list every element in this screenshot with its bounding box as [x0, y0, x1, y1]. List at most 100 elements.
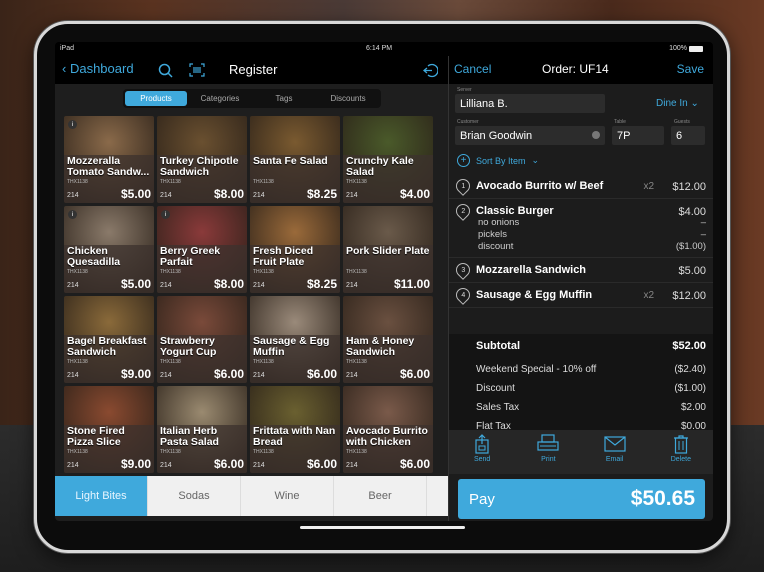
total-label: Discount — [476, 383, 515, 394]
product-price: $6.00 — [399, 367, 430, 381]
product-card[interactable]: Bagel Breakfast Sandwich THX1138 214 $9.… — [64, 296, 154, 383]
product-name: Berry Greek Parfait — [160, 245, 221, 268]
segment-products[interactable]: Products — [125, 91, 187, 106]
category-tab-beer[interactable]: Beer — [334, 476, 427, 516]
product-sku: THX1138 — [346, 449, 367, 455]
table-field[interactable] — [612, 126, 664, 145]
customer-field-wrap — [455, 126, 605, 145]
product-card[interactable]: Avocado Burrito with Chicken THX1138 214… — [343, 386, 433, 473]
product-card[interactable]: Turkey Chipotle Sandwich THX1138 214 $8.… — [157, 116, 247, 203]
send-button[interactable]: Send — [462, 434, 502, 474]
customer-field[interactable] — [455, 126, 605, 145]
sort-by-dropdown[interactable]: + Sort By Item ⌄ — [457, 154, 539, 167]
total-value: $52.00 — [672, 340, 706, 352]
product-sku: THX1138 — [253, 449, 274, 455]
guests-label: Guests — [674, 119, 690, 125]
print-button[interactable]: Print — [528, 434, 568, 474]
product-card[interactable]: Strawberry Yogurt Cup THX1138 214 $6.00 — [157, 296, 247, 383]
product-card[interactable]: i Mozzeralla Tomato Sandw... THX1138 214… — [64, 116, 154, 203]
battery-icon — [689, 45, 703, 52]
product-card[interactable]: Italian Herb Pasta Salad THX1138 214 $6.… — [157, 386, 247, 473]
clear-customer-icon[interactable] — [592, 131, 600, 139]
logout-button[interactable] — [420, 60, 440, 80]
info-icon[interactable]: i — [161, 210, 170, 219]
product-price: $9.00 — [120, 367, 151, 381]
order-nav-bar: Cancel Order: UF14 Save — [449, 56, 713, 84]
category-tab-light-bites[interactable]: Light Bites — [55, 476, 148, 516]
email-icon — [604, 436, 626, 452]
product-stock: 214 — [67, 372, 79, 379]
segment-categories[interactable]: Categories — [189, 91, 251, 106]
order-line-item[interactable]: 4 Sausage & Egg Muffin x2 $12.00 — [449, 283, 713, 308]
guests-field[interactable] — [671, 126, 705, 145]
total-label: Weekend Special - 10% off — [476, 364, 597, 375]
product-card[interactable]: Pork Slider Plate THX1138 214 $11.00 — [343, 206, 433, 293]
product-name: Italian Herb Pasta Salad — [160, 425, 219, 448]
order-type-dropdown[interactable]: Dine In ⌄ — [656, 98, 699, 109]
total-label: Subtotal — [476, 340, 520, 352]
product-card[interactable]: i Chicken Quesadilla THX1138 214 $5.00 — [64, 206, 154, 293]
total-value: ($2.40) — [674, 364, 706, 375]
category-tab-wine[interactable]: Wine — [241, 476, 334, 516]
product-card[interactable]: Sausage & Egg Muffin THX1138 214 $6.00 — [250, 296, 340, 383]
category-tab-sodas[interactable]: Sodas — [148, 476, 241, 516]
seat-pin-icon: 3 — [453, 260, 473, 280]
product-card[interactable]: Santa Fe Salad THX1138 214 $8.25 — [250, 116, 340, 203]
status-time: 6:14 PM — [366, 45, 393, 52]
product-stock: 214 — [253, 372, 265, 379]
cancel-button[interactable]: Cancel — [454, 62, 491, 76]
product-card[interactable]: Frittata with Nan Bread THX1138 214 $6.0… — [250, 386, 340, 473]
barcode-scan-button[interactable] — [187, 60, 207, 80]
product-sku: THX1138 — [67, 179, 88, 185]
product-price: $4.00 — [399, 187, 430, 201]
product-price: $8.25 — [306, 277, 337, 291]
product-price: $5.00 — [120, 277, 151, 291]
order-line-item[interactable]: 3 Mozzarella Sandwich $5.00 — [449, 258, 713, 283]
pay-label: Pay — [469, 490, 495, 508]
item-price: $12.00 — [672, 290, 706, 302]
segment-tags[interactable]: Tags — [253, 91, 315, 106]
product-name: Stone Fired Pizza Slice — [67, 425, 125, 448]
server-field[interactable] — [455, 94, 605, 113]
add-item-icon[interactable]: + — [457, 154, 470, 167]
product-card[interactable]: Crunchy Kale Salad THX1138 214 $4.00 — [343, 116, 433, 203]
item-modifier: discount ($1.00) — [478, 241, 706, 252]
pay-button[interactable]: Pay $50.65 — [458, 479, 705, 519]
total-row: Subtotal $52.00 — [476, 340, 706, 364]
product-card[interactable]: Stone Fired Pizza Slice THX1138 214 $9.0… — [64, 386, 154, 473]
product-card[interactable]: Ham & Honey Sandwich THX1138 214 $6.00 — [343, 296, 433, 383]
product-name: Turkey Chipotle Sandwich — [160, 155, 239, 178]
product-card[interactable]: i Berry Greek Parfait THX1138 214 $8.00 — [157, 206, 247, 293]
product-stock: 214 — [160, 282, 172, 289]
item-price: $5.00 — [678, 265, 706, 277]
segment-discounts[interactable]: Discounts — [317, 91, 379, 106]
info-icon[interactable]: i — [68, 120, 77, 129]
seat-pin-icon: 2 — [453, 201, 473, 221]
logout-icon — [422, 63, 438, 77]
product-price: $5.00 — [120, 187, 151, 201]
print-icon — [537, 434, 559, 451]
email-button[interactable]: Email — [595, 434, 635, 474]
info-icon[interactable]: i — [68, 210, 77, 219]
product-stock: 214 — [67, 282, 79, 289]
product-sku: THX1138 — [346, 359, 367, 365]
product-name: Ham & Honey Sandwich — [346, 335, 415, 358]
order-title: Order: UF14 — [542, 62, 609, 76]
product-price: $9.00 — [120, 457, 151, 471]
order-line-item[interactable]: 1 Avocado Burrito w/ Beef x2 $12.00 — [449, 174, 713, 199]
product-name: Bagel Breakfast Sandwich — [67, 335, 147, 358]
total-value: $2.00 — [680, 402, 706, 413]
product-name: Santa Fe Salad — [253, 155, 328, 167]
product-name: Avocado Burrito with Chicken — [346, 425, 428, 448]
product-card[interactable]: Fresh Diced Fruit Plate THX1138 214 $8.2… — [250, 206, 340, 293]
save-button[interactable]: Save — [677, 62, 704, 76]
home-indicator[interactable] — [300, 526, 465, 529]
chevron-left-icon: ‹ — [62, 61, 70, 76]
product-name: Chicken Quesadilla — [67, 245, 121, 268]
order-item-list: 1 Avocado Burrito w/ Beef x2 $12.00 2 Cl… — [449, 174, 713, 308]
delete-button[interactable]: Delete — [661, 434, 701, 474]
item-modifier: no onions – — [478, 217, 706, 228]
order-line-item[interactable]: 2 Classic Burger $4.00 no onions – pickels… — [449, 199, 713, 258]
search-button[interactable] — [155, 60, 175, 80]
back-to-dashboard-button[interactable]: ‹ Dashboard — [62, 61, 134, 76]
